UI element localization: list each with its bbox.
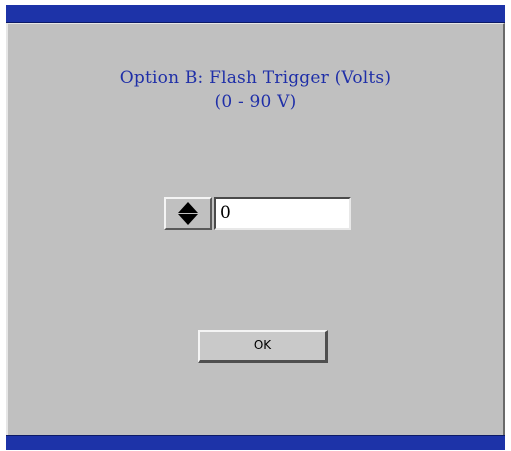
dialog-title-line-2: (0 - 90 V)	[214, 92, 297, 112]
window: Option B: Flash Trigger (Volts) (0 - 90 …	[0, 0, 511, 451]
title-bar[interactable]	[6, 5, 505, 23]
arrow-up-icon[interactable]	[178, 202, 198, 213]
value-stepper[interactable]	[164, 197, 212, 230]
bottom-bar	[6, 435, 505, 450]
voltage-value-field[interactable]: 0	[214, 197, 351, 230]
dialog-title-line-1: Option B: Flash Trigger (Volts)	[119, 68, 392, 88]
dialog-panel: Option B: Flash Trigger (Volts) (0 - 90 …	[6, 23, 505, 435]
arrow-down-icon[interactable]	[178, 214, 198, 225]
flash-trigger-numeric-control: 0	[164, 197, 351, 230]
ok-button[interactable]: OK	[198, 330, 328, 363]
dialog-title: Option B: Flash Trigger (Volts) (0 - 90 …	[8, 66, 503, 114]
